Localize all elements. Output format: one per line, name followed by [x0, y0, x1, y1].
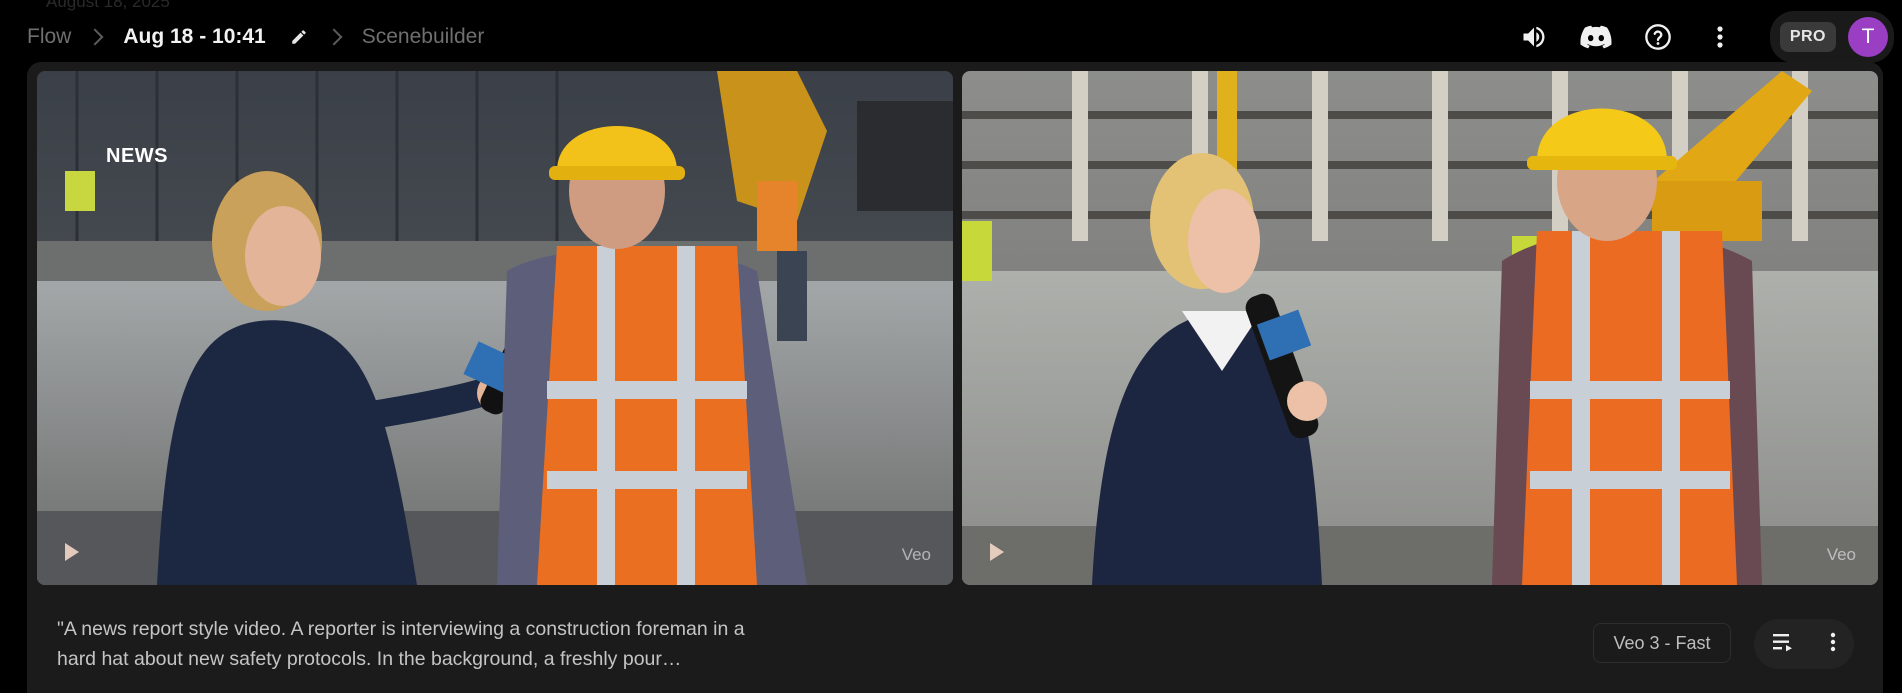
veo-watermark: Veo [901, 545, 931, 564]
clip-1-illustration [37, 71, 953, 585]
veo-watermark: Veo [1826, 545, 1856, 564]
breadcrumb-scenebuilder[interactable]: Scenebuilder [362, 25, 485, 49]
play-icon[interactable] [990, 543, 1004, 561]
help-icon[interactable] [1638, 17, 1678, 57]
volume-icon[interactable] [1514, 17, 1554, 57]
clip-2-illustration [962, 71, 1878, 585]
top-actions: PRO T [1492, 11, 1902, 63]
chevron-right-icon [86, 28, 104, 46]
news-overlay: NEWS [106, 145, 168, 167]
pro-badge: PRO [1779, 22, 1836, 52]
clip-actions [1754, 619, 1854, 669]
breadcrumb-flow[interactable]: Flow [27, 25, 71, 49]
model-selector[interactable]: Veo 3 - Fast [1593, 623, 1731, 663]
chevron-right-icon [325, 28, 343, 46]
prompt-text[interactable]: "A news report style video. A reporter i… [57, 614, 777, 674]
account-menu[interactable]: PRO T [1769, 11, 1894, 63]
play-icon[interactable] [65, 543, 79, 561]
avatar[interactable]: T [1848, 17, 1888, 57]
more-vert-icon[interactable] [1830, 632, 1836, 657]
video-clip-1[interactable]: NEWS Veo [37, 71, 953, 585]
more-vert-icon[interactable] [1700, 17, 1740, 57]
video-clip-2[interactable]: Veo [962, 71, 1878, 585]
playlist-add-icon[interactable] [1772, 632, 1794, 657]
pencil-icon[interactable] [288, 26, 310, 48]
discord-icon[interactable] [1576, 17, 1616, 57]
project-title[interactable]: Aug 18 - 10:41 [123, 25, 265, 49]
